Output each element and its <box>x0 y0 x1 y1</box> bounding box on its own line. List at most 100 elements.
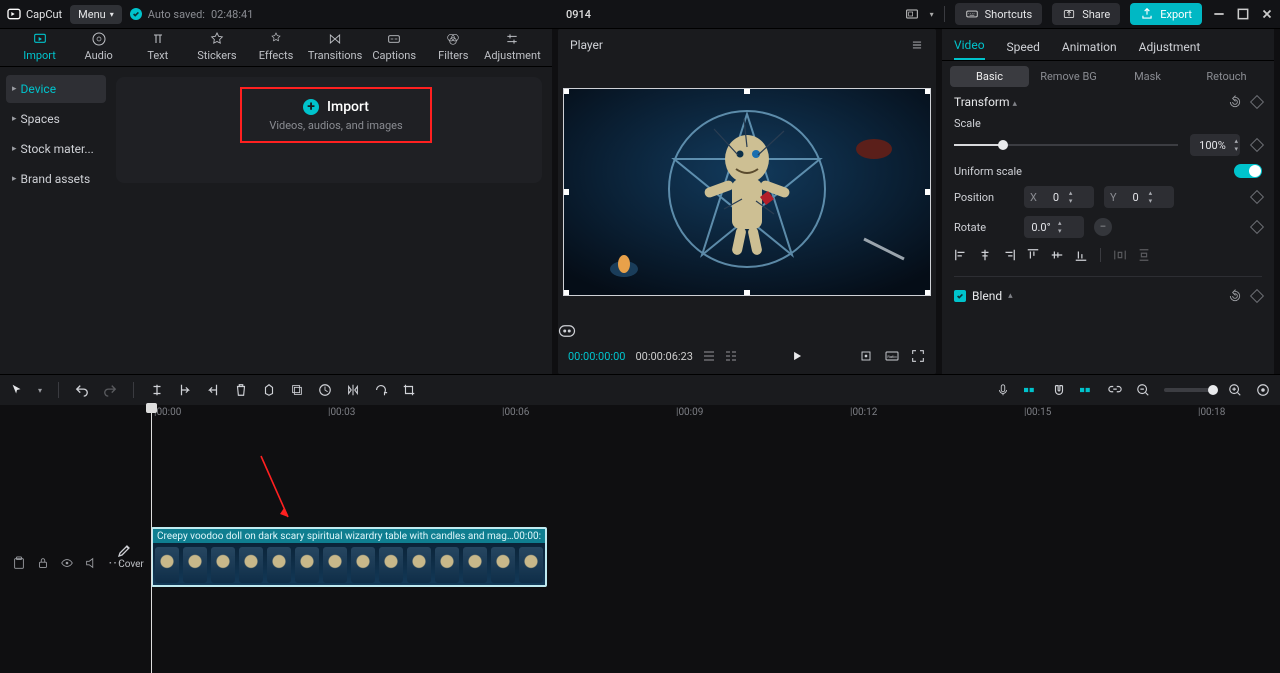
reverse-icon[interactable] <box>318 383 332 397</box>
tab-stickers[interactable]: Stickers <box>187 29 246 66</box>
tab-adjustment[interactable]: Adjustment <box>483 29 542 66</box>
trim-left-icon[interactable] <box>178 383 192 397</box>
tab-animation[interactable]: Animation <box>1062 34 1117 60</box>
lock-icon[interactable] <box>36 556 50 570</box>
eye-icon[interactable] <box>60 556 74 570</box>
link-icon[interactable] <box>1108 383 1122 397</box>
tab-audio[interactable]: Audio <box>69 29 128 66</box>
spinner-icon[interactable]: ▴▾ <box>1069 189 1075 205</box>
shortcuts-button[interactable]: Shortcuts <box>955 3 1043 25</box>
scale-slider[interactable] <box>954 138 1178 152</box>
keyframe-icon[interactable] <box>1250 95 1264 109</box>
redo-icon[interactable] <box>103 383 117 397</box>
tab-transitions[interactable]: Transitions <box>306 29 365 66</box>
nav-spaces[interactable]: ▸Spaces <box>6 105 106 133</box>
aspect-ratio-icon[interactable] <box>904 6 920 22</box>
tab-import[interactable]: Import <box>10 29 69 66</box>
rotate-field[interactable]: ▴▾ <box>1024 216 1084 238</box>
list-icon[interactable] <box>703 350 715 362</box>
mic-icon[interactable] <box>996 383 1010 397</box>
checkbox-checked-icon[interactable] <box>954 290 966 302</box>
scale-input[interactable] <box>1190 138 1234 153</box>
align-left-icon[interactable] <box>954 248 968 262</box>
window-minimize-icon[interactable] <box>1212 7 1226 21</box>
ratio-icon[interactable]: Ratio <box>884 348 900 364</box>
spinner-icon[interactable]: ▴▾ <box>1149 189 1155 205</box>
export-button[interactable]: Export <box>1130 3 1202 25</box>
position-y-field[interactable]: Y▴▾ <box>1104 186 1174 208</box>
rotate-input[interactable] <box>1024 220 1058 235</box>
align-bottom-icon[interactable] <box>1074 248 1088 262</box>
subtab-mask[interactable]: Mask <box>1108 66 1187 87</box>
timeline-ruler[interactable]: |00:00 |00:03 |00:06 |00:09 |00:12 |00:1… <box>150 405 1280 423</box>
pointer-icon[interactable] <box>10 383 24 397</box>
zoom-out-icon[interactable] <box>1136 383 1150 397</box>
fullscreen-icon[interactable] <box>910 348 926 364</box>
chevron-down-icon[interactable]: ▾ <box>930 10 934 19</box>
mirror-icon[interactable] <box>346 383 360 397</box>
scale-field[interactable]: ▴▾ <box>1190 134 1240 156</box>
zoom-fit-icon[interactable] <box>1256 383 1270 397</box>
tab-text[interactable]: Text <box>128 29 187 66</box>
keyframe-icon[interactable] <box>1250 138 1264 152</box>
align-right-icon[interactable] <box>1002 248 1016 262</box>
mute-icon[interactable] <box>84 556 98 570</box>
rotate-dial-icon[interactable]: – <box>1094 218 1112 236</box>
magnet-icon[interactable] <box>1052 383 1066 397</box>
tab-adjustment[interactable]: Adjustment <box>1139 34 1201 60</box>
delete-icon[interactable] <box>234 383 248 397</box>
zoom-in-icon[interactable] <box>1228 383 1242 397</box>
player-viewport[interactable] <box>558 61 936 322</box>
video-frame[interactable] <box>564 89 930 295</box>
tab-filters[interactable]: Filters <box>424 29 483 66</box>
keyframe-icon[interactable] <box>1250 289 1264 303</box>
spinner-icon[interactable]: ▴▾ <box>1234 137 1240 153</box>
tab-captions[interactable]: Captions <box>365 29 424 66</box>
tab-effects[interactable]: Effects <box>246 29 305 66</box>
subtab-basic[interactable]: Basic <box>950 66 1029 87</box>
align-center-v-icon[interactable] <box>1050 248 1064 262</box>
keyframe-icon[interactable] <box>1250 190 1264 204</box>
window-close-icon[interactable] <box>1260 7 1274 21</box>
share-button[interactable]: Share <box>1052 3 1120 25</box>
tab-video[interactable]: Video <box>954 32 985 60</box>
uniform-scale-toggle[interactable] <box>1234 164 1262 178</box>
position-x-field[interactable]: X▴▾ <box>1024 186 1094 208</box>
snap-right-icon[interactable] <box>1080 383 1094 397</box>
split-icon[interactable] <box>150 383 164 397</box>
window-maximize-icon[interactable] <box>1236 7 1250 21</box>
subtab-removebg[interactable]: Remove BG <box>1029 66 1108 87</box>
hamburger-icon[interactable] <box>910 38 924 52</box>
spinner-icon[interactable]: ▴▾ <box>1058 219 1064 235</box>
reset-icon[interactable] <box>1228 95 1242 109</box>
trim-right-icon[interactable] <box>206 383 220 397</box>
subtab-retouch[interactable]: Retouch <box>1187 66 1266 87</box>
snap-left-icon[interactable] <box>1024 383 1038 397</box>
crop-target-icon[interactable] <box>858 348 874 364</box>
y-input[interactable] <box>1123 190 1149 205</box>
nav-stock[interactable]: ▸Stock mater... <box>6 135 106 163</box>
crop-icon[interactable] <box>402 383 416 397</box>
timeline-clip[interactable]: Creepy voodoo doll on dark scary spiritu… <box>151 527 547 587</box>
undo-icon[interactable] <box>75 383 89 397</box>
reset-icon[interactable] <box>1228 289 1242 303</box>
caption-toggle[interactable] <box>558 322 936 338</box>
keyframe-icon[interactable] <box>1250 220 1264 234</box>
cover-button[interactable]: Cover <box>116 543 146 570</box>
nav-device[interactable]: ▸Device <box>6 75 106 103</box>
marker-icon[interactable] <box>262 383 276 397</box>
chevron-down-icon[interactable]: ▾ <box>38 386 42 395</box>
clipboard-icon[interactable] <box>12 556 26 570</box>
rotate-icon[interactable] <box>374 383 388 397</box>
nav-brand[interactable]: ▸Brand assets <box>6 165 106 193</box>
tab-speed[interactable]: Speed <box>1007 34 1040 60</box>
playhead[interactable] <box>151 405 152 673</box>
x-input[interactable] <box>1043 190 1069 205</box>
duplicate-icon[interactable] <box>290 383 304 397</box>
align-center-h-icon[interactable] <box>978 248 992 262</box>
align-top-icon[interactable] <box>1026 248 1040 262</box>
menu-button[interactable]: Menu ▾ <box>70 5 122 24</box>
import-dropzone[interactable]: + Import Videos, audios, and images <box>116 77 542 183</box>
play-icon[interactable] <box>790 349 804 363</box>
grid-icon[interactable] <box>725 350 737 362</box>
